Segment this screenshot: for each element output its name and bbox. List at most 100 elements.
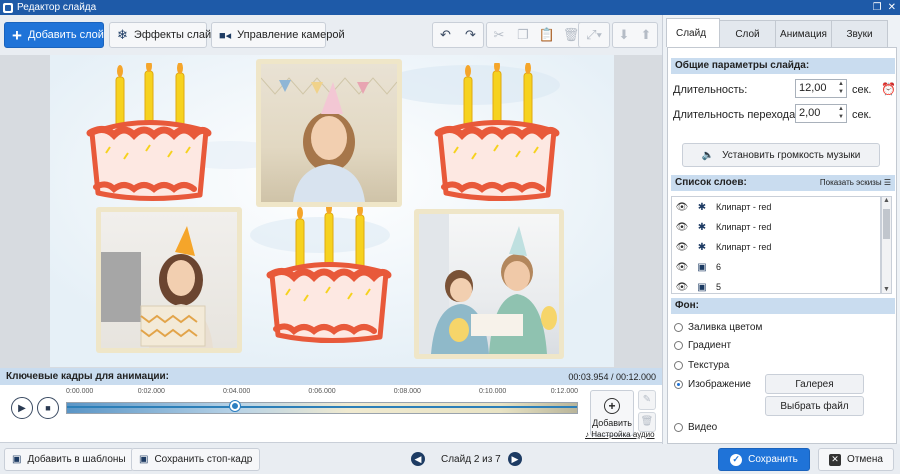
clipart-icon: ✱ xyxy=(697,221,707,233)
bg-option-image[interactable]: Изображение xyxy=(674,379,751,390)
gallery-button[interactable]: Галерея xyxy=(765,374,864,394)
move-down-icon[interactable]: ⬇ xyxy=(613,27,635,43)
camera-control-button[interactable]: ■◂ Управление камерой xyxy=(211,22,345,48)
ruler-tick-label: 0:06.000 xyxy=(308,388,336,395)
transition-input[interactable]: 2,00 ▲ ▼ xyxy=(795,104,847,123)
undo-icon[interactable]: ↶ xyxy=(433,27,458,43)
ruler-tick-label: 0:00.000 xyxy=(66,388,94,395)
list-item[interactable]: 👁 ▣ 5 xyxy=(672,277,882,297)
background-section-title: Фон: xyxy=(671,298,895,314)
clipart-icon: ✱ xyxy=(697,241,707,253)
bg-option-video[interactable]: Видео xyxy=(674,422,717,433)
eye-icon[interactable]: 👁 xyxy=(674,222,690,233)
photo-girl-hat[interactable] xyxy=(256,59,402,207)
eye-icon[interactable]: 👁 xyxy=(674,262,690,273)
cake-clipart-2[interactable] xyxy=(432,63,562,203)
copy-icon[interactable]: ❐ xyxy=(511,27,535,43)
arrow-left-icon: ◀ xyxy=(414,453,422,464)
show-thumbnails-link[interactable]: Показать эскизы ☰ xyxy=(820,175,891,191)
clipboard-group: ✂ ❐ 📋 🗑 xyxy=(486,22,584,48)
delete-keyframe-icon[interactable]: 🗑 xyxy=(638,412,656,432)
title-bar: Редактор слайда ❐ ✕ xyxy=(0,0,900,15)
keyframes-title: Ключевые кадры для анимации: xyxy=(6,371,170,382)
image-icon: ▣ xyxy=(697,281,707,293)
list-item[interactable]: 👁 ✱ Клипарт - red xyxy=(672,237,882,257)
ruler-tick-label: 0:10.000 xyxy=(479,388,507,395)
bottom-bar: ▣ Добавить в шаблоны ▣ Сохранить стоп-ка… xyxy=(0,444,900,474)
arrow-right-icon: ▶ xyxy=(511,453,519,464)
scrollbar-thumb[interactable] xyxy=(883,209,890,239)
bg-option-texture[interactable]: Текстура xyxy=(674,360,729,371)
scroll-down-icon[interactable]: ▼ xyxy=(882,286,891,293)
photo-boy-cake[interactable] xyxy=(414,209,564,359)
play-button[interactable]: ▶ xyxy=(11,397,33,419)
check-icon: ✓ xyxy=(730,453,743,466)
photo-girl-gift[interactable] xyxy=(96,207,242,353)
duration-label: Длительность: xyxy=(673,84,748,96)
add-circle-icon: + xyxy=(604,398,620,414)
bg-option-fill[interactable]: Заливка цветом xyxy=(674,322,762,333)
spin-arrows-icon[interactable]: ▲ ▼ xyxy=(838,105,844,121)
general-section-title: Общие параметры слайда: xyxy=(671,58,895,74)
layers-scrollbar[interactable]: ▲ ▼ xyxy=(881,196,892,294)
timeline-track[interactable] xyxy=(66,402,578,414)
audio-settings-link[interactable]: ♪ Настройка аудио xyxy=(585,430,655,439)
app-icon xyxy=(3,2,13,13)
tab-animation[interactable]: Анимация xyxy=(775,20,832,47)
tab-sounds[interactable]: Звуки xyxy=(831,20,888,47)
music-volume-button[interactable]: 🔈 Установить громкость музыки xyxy=(682,143,880,167)
image-icon: ▣ xyxy=(697,261,707,273)
choose-file-button[interactable]: Выбрать файл xyxy=(765,396,864,416)
cake-clipart-3[interactable] xyxy=(264,205,394,345)
slide-effects-button[interactable]: ❄ Эффекты слайда xyxy=(109,22,224,48)
playhead-handle[interactable] xyxy=(229,401,240,411)
tab-slide[interactable]: Слайд xyxy=(666,18,720,47)
keyframes-timeline: ▶ ■ 0:00.000 0:02.000 0:04.000 0:06.000 0:08… xyxy=(0,385,662,443)
save-button[interactable]: ✓ Сохранить xyxy=(718,448,810,471)
next-slide-button[interactable]: ▶ xyxy=(508,452,522,466)
fit-group: ⤢▾ xyxy=(578,22,610,48)
save-frame-button[interactable]: ▣ Сохранить стоп-кадр xyxy=(131,448,261,471)
duration-unit: сек. xyxy=(852,84,872,96)
eye-icon[interactable]: 👁 xyxy=(674,202,690,213)
duration-input[interactable]: 12,00 ▲ ▼ xyxy=(795,79,847,98)
properties-tabs: Слайд Слой Анимация Звуки xyxy=(666,18,888,47)
slide-canvas[interactable] xyxy=(50,55,614,367)
scroll-up-icon[interactable]: ▲ xyxy=(882,197,891,204)
restore-icon[interactable]: ❐ xyxy=(873,0,882,15)
slide-counter: Слайд 2 из 7 xyxy=(441,454,501,465)
move-up-icon[interactable]: ⬆ xyxy=(635,27,657,43)
cake-clipart-1[interactable] xyxy=(84,63,214,203)
properties-panel: Слайд Слой Анимация Звуки Общие параметр… xyxy=(662,15,900,444)
stop-button[interactable]: ■ xyxy=(37,397,59,419)
canvas-area xyxy=(0,55,662,368)
add-to-templates-button[interactable]: ▣ Добавить в шаблоны xyxy=(4,448,134,471)
eye-icon[interactable]: 👁 xyxy=(674,282,690,293)
alarm-clock-icon[interactable]: ⏰ xyxy=(881,82,896,96)
clipart-icon: ✱ xyxy=(697,201,707,213)
transition-unit: сек. xyxy=(852,109,872,121)
history-group: ↶ ↷ xyxy=(432,22,484,48)
edit-keyframe-icon[interactable]: ✎ xyxy=(638,390,656,410)
fit-screen-icon[interactable]: ⤢▾ xyxy=(579,27,609,43)
prev-slide-button[interactable]: ◀ xyxy=(411,452,425,466)
frame-icon: ▣ xyxy=(139,454,149,465)
list-item[interactable]: 👁 ✱ Клипарт - red xyxy=(672,197,882,217)
stop-icon: ■ xyxy=(45,403,51,413)
cancel-button[interactable]: ✕ Отмена xyxy=(818,448,894,471)
bg-option-gradient[interactable]: Градиент xyxy=(674,340,731,351)
paste-icon[interactable]: 📋 xyxy=(535,27,559,43)
close-icon[interactable]: ✕ xyxy=(888,0,896,15)
snowflake-icon: ❄ xyxy=(117,27,128,42)
redo-icon[interactable]: ↷ xyxy=(458,27,483,43)
spin-arrows-icon[interactable]: ▲ ▼ xyxy=(838,80,844,96)
list-item[interactable]: 👁 ▣ 6 xyxy=(672,257,882,277)
window-title: Редактор слайда xyxy=(17,2,97,13)
layers-section: Список слоев: Показать эскизы ☰ xyxy=(671,175,895,191)
tab-layer[interactable]: Слой xyxy=(719,20,776,47)
cut-icon[interactable]: ✂ xyxy=(487,27,511,43)
list-icon: ☰ xyxy=(883,178,891,187)
add-layer-button[interactable]: + Добавить слой xyxy=(4,22,104,48)
list-item[interactable]: 👁 ✱ Клипарт - red xyxy=(672,217,882,237)
eye-icon[interactable]: 👁 xyxy=(674,242,690,253)
